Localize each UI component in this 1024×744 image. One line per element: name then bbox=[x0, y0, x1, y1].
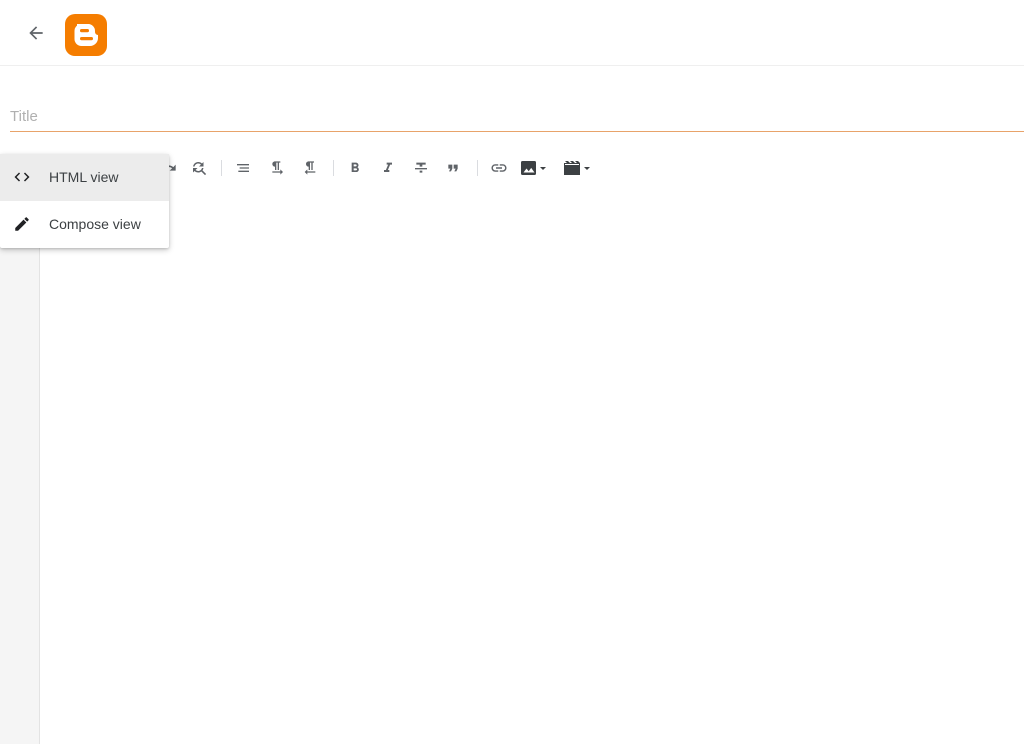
link-button[interactable] bbox=[485, 154, 513, 182]
strikethrough-icon bbox=[415, 162, 427, 173]
format-html-icon bbox=[237, 164, 249, 172]
arrow-left-icon bbox=[29, 26, 43, 40]
toolbar-separator bbox=[221, 160, 222, 176]
pencil-icon bbox=[12, 214, 32, 234]
italic-button[interactable] bbox=[374, 154, 402, 182]
bold-icon bbox=[351, 162, 359, 172]
paragraph-ltr-button[interactable] bbox=[263, 154, 291, 182]
blogger-logo[interactable] bbox=[65, 14, 107, 56]
italic-icon bbox=[384, 162, 392, 172]
toolbar-separator bbox=[477, 160, 478, 176]
search-replace-button[interactable] bbox=[185, 154, 213, 182]
quote-icon bbox=[448, 164, 458, 172]
menu-item-compose-view[interactable]: Compose view bbox=[0, 201, 169, 248]
editor-gutter bbox=[0, 200, 40, 744]
menu-item-label: Compose view bbox=[49, 216, 141, 232]
paragraph-ltr-icon bbox=[272, 161, 283, 175]
strikethrough-button[interactable] bbox=[407, 154, 435, 182]
bold-button[interactable] bbox=[341, 154, 369, 182]
search-replace-icon bbox=[193, 162, 207, 176]
insert-image-icon bbox=[521, 161, 546, 175]
menu-item-html-view[interactable]: HTML view bbox=[0, 154, 169, 201]
quote-button[interactable] bbox=[439, 154, 467, 182]
post-title-input[interactable] bbox=[10, 100, 1024, 131]
back-button[interactable] bbox=[20, 17, 52, 49]
paragraph-rtl-icon bbox=[304, 161, 316, 175]
top-bar bbox=[0, 0, 1024, 66]
toolbar-separator bbox=[333, 160, 334, 176]
view-mode-menu: HTML view Compose view bbox=[0, 154, 169, 248]
insert-video-icon bbox=[564, 161, 590, 175]
insert-image-button[interactable] bbox=[518, 154, 552, 182]
insert-video-button[interactable] bbox=[561, 154, 595, 182]
link-icon bbox=[491, 164, 507, 172]
menu-item-label: HTML view bbox=[49, 169, 119, 185]
format-html-button[interactable] bbox=[229, 154, 257, 182]
code-icon bbox=[12, 167, 32, 187]
post-title-field bbox=[10, 100, 1024, 132]
paragraph-rtl-button[interactable] bbox=[296, 154, 324, 182]
